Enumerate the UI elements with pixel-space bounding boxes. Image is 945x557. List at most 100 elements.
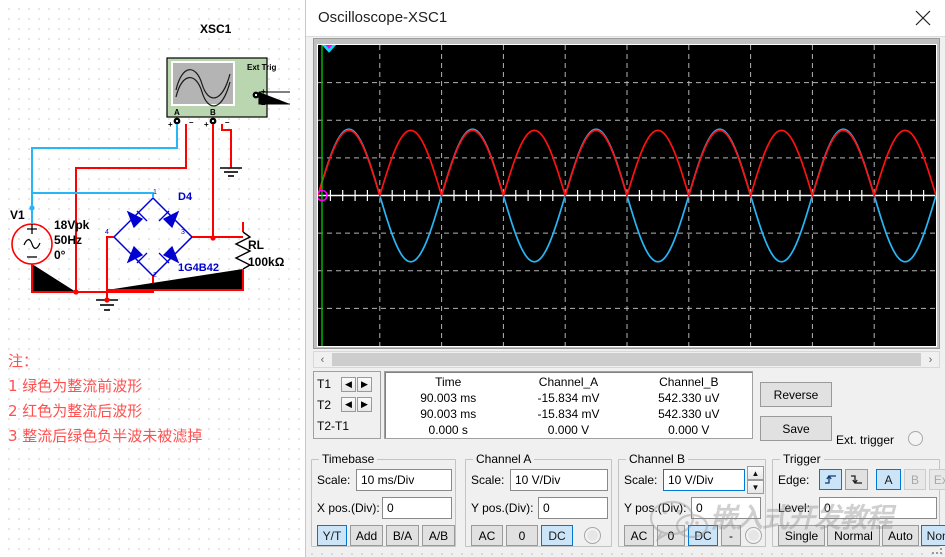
cursor-row-t2: T2 ◀ ▶	[317, 396, 377, 414]
load-ref-label: RL	[248, 238, 264, 252]
trigger-source-b: B	[904, 469, 926, 490]
channel-b-scale-spinner[interactable]: ▲ ▼	[747, 466, 764, 494]
t2-channel-b-value: 542.330 uV	[658, 407, 720, 421]
save-button[interactable]: Save	[760, 416, 832, 441]
cursor-row-t1: T1 ◀ ▶	[317, 375, 377, 393]
channel-b-scale-down[interactable]: ▼	[747, 480, 764, 494]
timebase-mode-ab[interactable]: A/B	[422, 525, 455, 546]
ext-trig-port-label: Ext Trig	[247, 63, 277, 72]
table-row: 90.003 ms -15.834 mV 542.330 uV	[389, 406, 748, 422]
close-icon[interactable]	[900, 0, 945, 36]
source-amplitude-label: 18Vpk	[54, 218, 90, 232]
cursor-delta-label: T2-T1	[317, 418, 350, 433]
delta-channel-a-value: 0.000 V	[547, 423, 590, 437]
timebase-scale-label: Scale:	[317, 473, 351, 487]
timebase-xpos-input[interactable]: 0	[382, 497, 452, 519]
timebase-mode-ba[interactable]: B/A	[386, 525, 419, 546]
note-line-1: 1 绿色为整流前波形	[8, 377, 143, 395]
table-row: 0.000 s 0.000 V 0.000 V	[389, 422, 748, 438]
channel-a-scale-label: Scale:	[471, 473, 505, 487]
bridge-pin-2: 2	[153, 272, 157, 279]
channel-b-scale-up[interactable]: ▲	[747, 466, 764, 480]
t2-time-value: 90.003 ms	[420, 407, 477, 421]
falling-edge-icon[interactable]	[845, 469, 868, 490]
channel-a-title: Channel A	[473, 452, 535, 466]
trigger-mode-single[interactable]: Single	[778, 525, 825, 546]
instrument-ref-label: XSC1	[200, 22, 232, 36]
channel-a-coupling-ac[interactable]: AC	[471, 525, 503, 546]
bridge-pin-1: 1	[153, 189, 157, 196]
channel-a-led	[584, 527, 601, 544]
scroll-left-arrow[interactable]: ‹	[314, 352, 331, 367]
timebase-mode-add[interactable]: Add	[350, 525, 383, 546]
circuit-schematic-canvas[interactable]: XSC1 Ext Trig A B + – + – + – V1 18Vpk 5…	[0, 0, 305, 557]
table-row: 90.003 ms -15.834 mV 542.330 uV	[389, 390, 748, 406]
cursor-t2-left-button[interactable]: ◀	[341, 397, 356, 413]
trigger-mode-normal[interactable]: Normal	[827, 525, 880, 546]
waveform-plot	[318, 45, 936, 346]
ext-plus: +	[261, 87, 266, 96]
channel-b-ypos-input[interactable]: 0	[691, 497, 761, 519]
table-header-row: Time Channel_A Channel_B	[389, 374, 748, 390]
window-title: Oscilloscope-XSC1	[318, 9, 448, 26]
bridge-ref-label: D4	[178, 191, 193, 203]
trigger-mode-auto[interactable]: Auto	[882, 525, 919, 546]
cursor-delta-row: T2-T1	[317, 417, 377, 435]
channel-a-scale-input[interactable]: 10 V/Div	[510, 469, 608, 491]
channel-a-coupling-dc[interactable]: DC	[541, 525, 573, 546]
timebase-scale-input[interactable]: 10 ms/Div	[356, 469, 452, 491]
channel-a-coupling-0[interactable]: 0	[506, 525, 538, 546]
window-titlebar: Oscilloscope-XSC1	[306, 0, 945, 37]
source-ref-label: V1	[10, 208, 25, 222]
cursor-t1-right-button[interactable]: ▶	[357, 376, 372, 392]
channel-b-scale-label: Scale:	[624, 473, 658, 487]
display-hscrollbar[interactable]: ‹ ›	[313, 351, 940, 368]
channel-b-led	[745, 527, 762, 544]
waveform-display[interactable]	[317, 44, 937, 347]
channel-b-coupling-minus[interactable]: -	[721, 525, 741, 546]
timebase-mode-yt[interactable]: Y/T	[317, 525, 347, 546]
trigger-source-ext: Ext	[929, 469, 945, 490]
timebase-xpos-label: X pos.(Div):	[317, 501, 380, 515]
ext-minus: –	[261, 100, 266, 109]
channel-a-ypos-input[interactable]: 0	[538, 497, 608, 519]
bridge-part-label: 1G4B42	[178, 262, 219, 274]
scroll-thumb[interactable]	[332, 353, 921, 366]
header-time: Time	[435, 374, 462, 389]
cursor-t2-right-button[interactable]: ▶	[357, 397, 372, 413]
waveform-display-frame	[313, 38, 940, 349]
timebase-group: Timebase Scale: 10 ms/Div X pos.(Div): 0…	[311, 452, 456, 547]
rising-edge-icon[interactable]	[819, 469, 842, 490]
scope-port-a-label: A	[174, 108, 180, 117]
bridge-pin-3: 3	[181, 229, 185, 236]
scroll-right-arrow[interactable]: ›	[922, 352, 939, 367]
t1-channel-a-value: -15.834 mV	[537, 391, 600, 405]
channel-b-ypos-label: Y pos.(Div):	[624, 501, 687, 515]
channel-a-ypos-label: Y pos.(Div):	[471, 501, 534, 515]
channel-b-group: Channel B Scale: 10 V/Div ▲ ▼ Y pos.(Div…	[618, 452, 766, 547]
cursor-readout-panel: T1 ◀ ▶ T2 ◀ ▶ T2-T1 Time Channel_A Chann…	[313, 371, 753, 439]
cursor-selector-column: T1 ◀ ▶ T2 ◀ ▶ T2-T1	[313, 371, 381, 439]
trigger-source-a[interactable]: A	[876, 469, 901, 490]
trigger-level-input[interactable]: 0	[819, 497, 937, 519]
cursor-t1-left-button[interactable]: ◀	[341, 376, 356, 392]
trigger-group: Trigger Edge: A B Ext Level: 0 Single No…	[772, 452, 945, 547]
cursor-t1-flag-icon[interactable]	[318, 44, 348, 54]
panel-dot-strip	[307, 549, 943, 557]
port-a-plus: +	[168, 120, 173, 129]
channel-b-coupling-ac[interactable]: AC	[624, 525, 654, 546]
channel-b-coupling-0[interactable]: 0	[657, 525, 685, 546]
channel-b-scale-input[interactable]: 10 V/Div	[663, 469, 745, 491]
load-value-label: 100kΩ	[248, 255, 285, 269]
trigger-level-label: Level:	[778, 501, 811, 515]
note-line-2: 2 红色为整流后波形	[8, 402, 143, 420]
channel-b-coupling-dc[interactable]: DC	[688, 525, 718, 546]
reverse-button[interactable]: Reverse	[760, 382, 832, 407]
ext-trigger-led	[908, 431, 923, 446]
source-frequency-label: 50Hz	[54, 233, 83, 247]
timebase-title: Timebase	[319, 452, 378, 466]
cursor-t2-label: T2	[317, 397, 332, 412]
resize-grip-icon[interactable]	[931, 543, 943, 555]
header-channel-b: Channel_B	[659, 374, 719, 389]
channel-a-group: Channel A Scale: 10 V/Div Y pos.(Div): 0…	[465, 452, 612, 547]
